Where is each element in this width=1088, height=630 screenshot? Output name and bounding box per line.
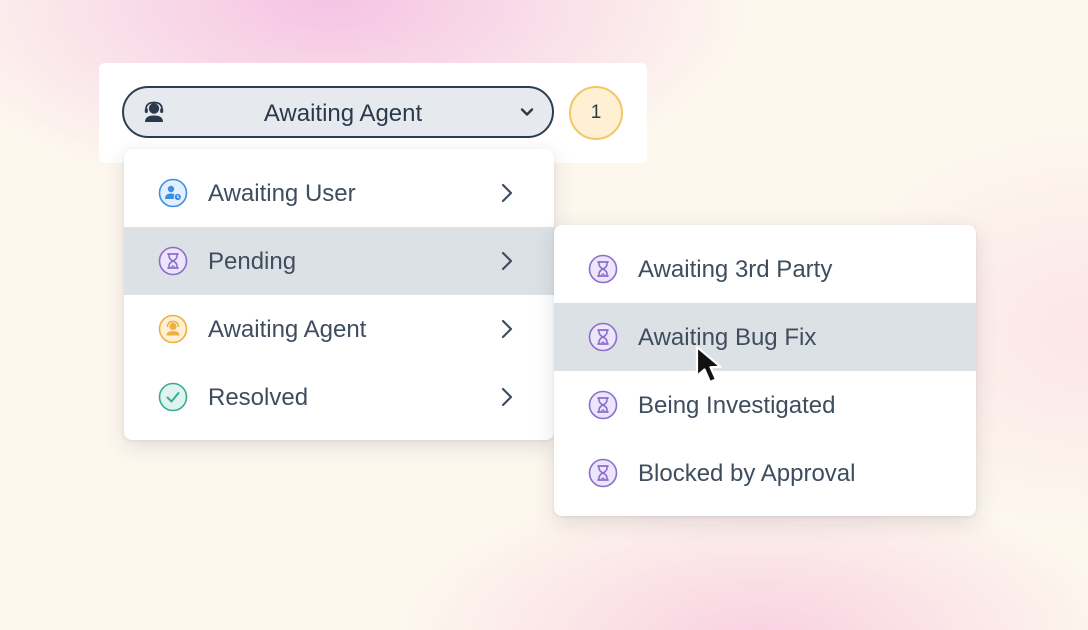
menu-item-label: Awaiting Agent — [208, 316, 367, 343]
submenu-item-label: Awaiting 3rd Party — [638, 256, 833, 283]
chevron-right-icon — [501, 251, 513, 271]
chevron-down-icon — [520, 108, 534, 116]
hourglass-icon — [588, 390, 618, 420]
count-badge-value: 1 — [590, 102, 602, 123]
check-icon — [158, 382, 188, 412]
menu-item-label: Pending — [208, 248, 297, 275]
submenu-item-awaiting-bug-fix[interactable]: Awaiting Bug Fix — [554, 303, 976, 371]
hourglass-icon — [588, 458, 618, 488]
pending-submenu: Awaiting 3rd Party Awaiting Bug Fix Bein… — [554, 225, 976, 516]
menu-item-pending[interactable]: Pending — [124, 227, 554, 295]
menu-item-resolved[interactable]: Resolved — [124, 363, 554, 431]
chevron-right-icon — [501, 387, 513, 407]
menu-item-label: Awaiting User — [208, 180, 356, 207]
menu-item-label: Resolved — [208, 384, 309, 411]
hourglass-icon — [158, 246, 188, 276]
menu-item-awaiting-user[interactable]: Awaiting User — [124, 159, 554, 227]
submenu-item-awaiting-3rd-party[interactable]: Awaiting 3rd Party — [554, 235, 976, 303]
submenu-item-blocked-by-approval[interactable]: Blocked by Approval — [554, 439, 976, 507]
mouse-pointer-icon — [695, 345, 722, 384]
menu-item-awaiting-agent[interactable]: Awaiting Agent — [124, 295, 554, 363]
status-select[interactable]: Awaiting Agent — [122, 86, 554, 138]
chevron-right-icon — [501, 183, 513, 203]
agent-icon — [158, 314, 188, 344]
chevron-right-icon — [501, 319, 513, 339]
submenu-item-being-investigated[interactable]: Being Investigated — [554, 371, 976, 439]
hourglass-icon — [588, 322, 618, 352]
submenu-item-label: Being Investigated — [638, 392, 836, 419]
submenu-item-label: Blocked by Approval — [638, 460, 856, 487]
count-badge: 1 — [569, 86, 623, 140]
status-select-label: Awaiting Agent — [263, 100, 423, 127]
user-clock-icon — [158, 178, 188, 208]
hourglass-icon — [588, 254, 618, 284]
status-menu: Awaiting User Pending Awaiting Agent Res… — [124, 149, 554, 440]
